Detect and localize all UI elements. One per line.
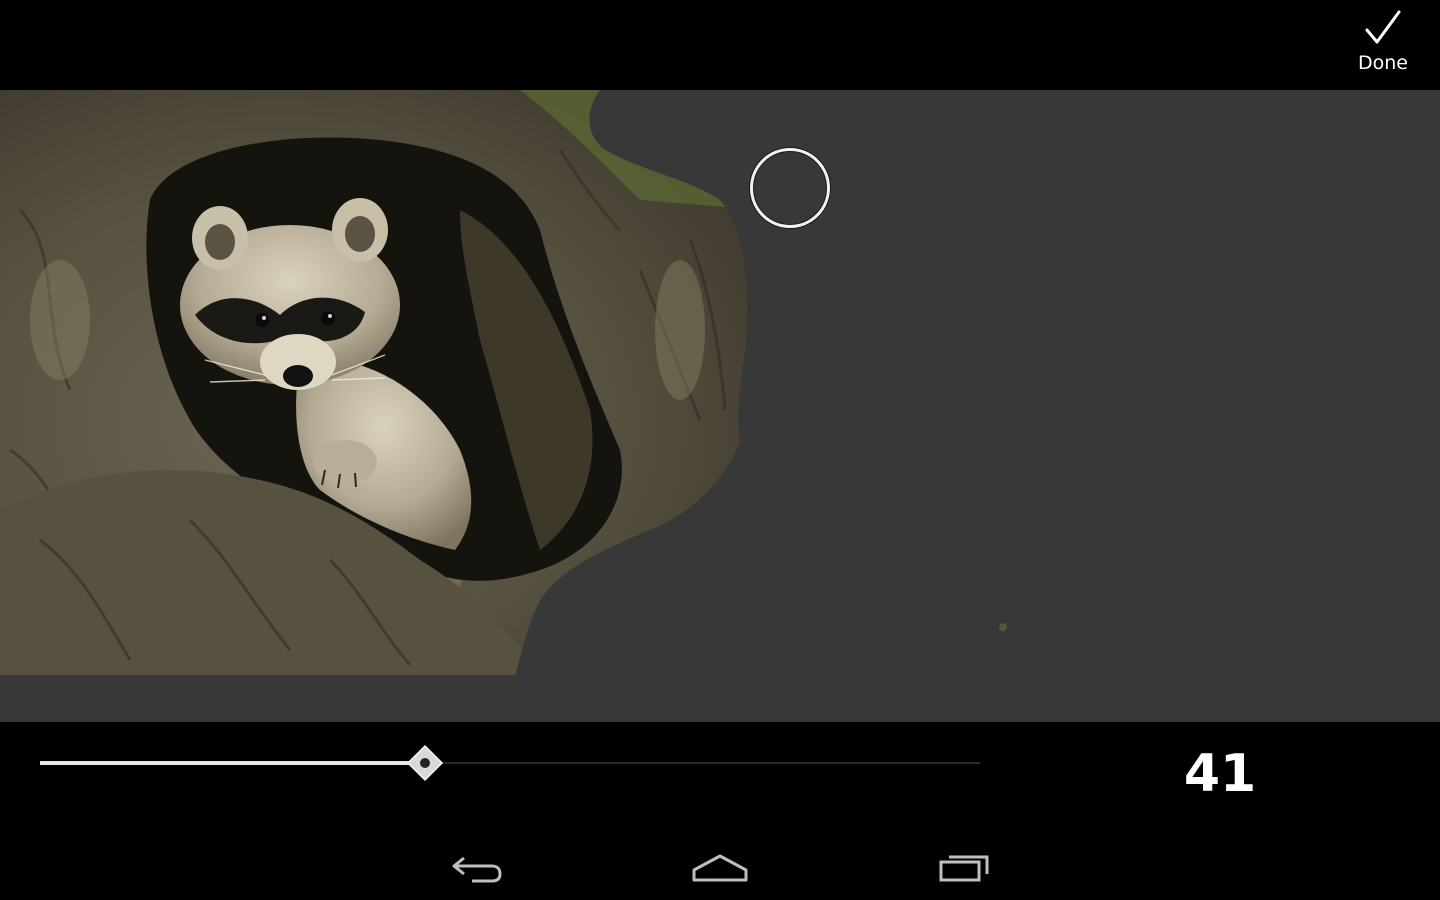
brush-size-editor-screen: Done 41 <box>0 0 1440 900</box>
back-icon <box>452 856 502 883</box>
back-button[interactable] <box>438 842 518 892</box>
brush-size-slider[interactable] <box>40 742 980 786</box>
brush-cursor[interactable] <box>750 148 830 228</box>
home-icon <box>692 854 748 882</box>
recent-apps-icon <box>939 855 989 882</box>
checkmark-icon <box>1365 10 1401 44</box>
slider-thumb[interactable] <box>406 744 444 782</box>
action-bar: Done <box>0 0 1440 90</box>
brush-size-controls: 41 <box>0 722 1440 822</box>
done-label: Done <box>1358 52 1408 74</box>
home-button[interactable] <box>680 842 760 892</box>
brush-size-value: 41 <box>1183 744 1257 804</box>
slider-fill <box>40 761 425 765</box>
done-button[interactable]: Done <box>1340 8 1426 84</box>
recent-apps-button[interactable] <box>925 842 1005 892</box>
navigation-bar <box>0 822 1440 900</box>
editing-canvas[interactable] <box>0 90 1440 722</box>
photo-image <box>0 90 1007 675</box>
